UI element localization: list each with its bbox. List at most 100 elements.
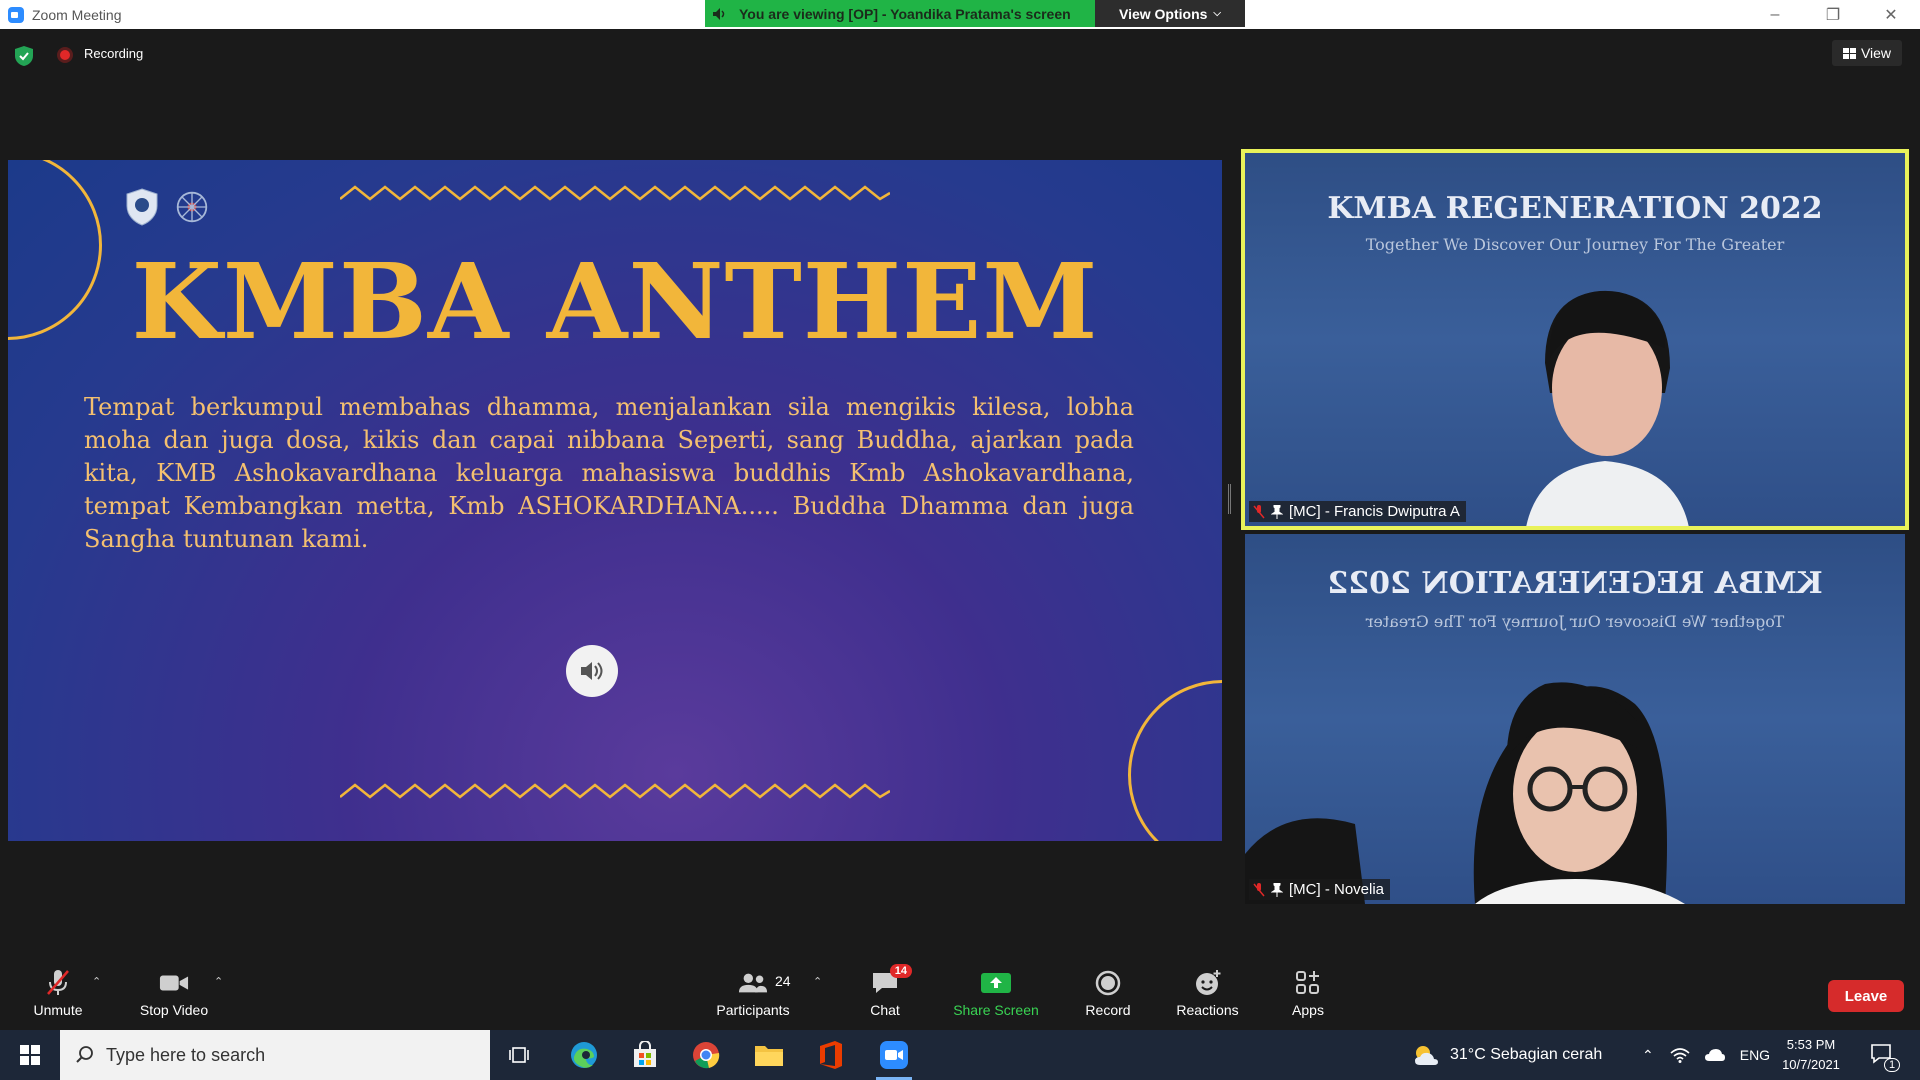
window-controls: – ❐ ✕: [1746, 0, 1920, 29]
speaker-icon: [713, 7, 725, 20]
wifi-icon[interactable]: [1670, 1047, 1690, 1063]
participant-name-tag: [MC] - Novelia: [1249, 879, 1391, 900]
audio-options-caret[interactable]: ⌃: [92, 975, 101, 988]
weather-text: 31°C Sebagian cerah: [1450, 1046, 1603, 1063]
participant-name: [MC] - Francis Dwiputra A: [1289, 503, 1460, 520]
chevron-up-icon[interactable]: ⌃: [1642, 1047, 1654, 1064]
clock-date: 10/7/2021: [1782, 1057, 1840, 1072]
folder-icon: [755, 1046, 783, 1066]
notification-center-button[interactable]: 1: [1870, 1030, 1901, 1080]
tile-heading: KMBA REGENERATION 2022: [1327, 566, 1823, 601]
grid-icon: [1842, 47, 1856, 59]
chat-label: Chat: [870, 1002, 900, 1018]
viewing-text: You are viewing [OP] - Yoandika Pratama'…: [739, 5, 1071, 22]
stop-video-button[interactable]: Stop Video: [133, 960, 215, 1018]
participants-count: 24: [775, 973, 791, 989]
office-icon: [820, 1041, 842, 1069]
taskbar-office[interactable]: [803, 1030, 859, 1080]
taskbar-chrome[interactable]: [678, 1030, 734, 1080]
minimize-button[interactable]: –: [1746, 0, 1804, 29]
shared-screen[interactable]: KMBA ANTHEM Tempat berkumpul membahas dh…: [8, 160, 1222, 841]
audio-play-button[interactable]: [566, 645, 618, 697]
chat-button[interactable]: 14 Chat: [860, 960, 912, 1018]
participant-name: [MC] - Novelia: [1289, 881, 1385, 898]
start-button[interactable]: [0, 1030, 60, 1080]
chrome-browser-icon: [693, 1042, 720, 1069]
participants-icon: [738, 973, 768, 993]
participants-options-caret[interactable]: ⌃: [813, 975, 822, 988]
muted-mic-icon: [47, 970, 69, 995]
leave-button[interactable]: Leave: [1828, 980, 1904, 1012]
apps-button[interactable]: Apps: [1288, 960, 1328, 1018]
view-options-button[interactable]: View Options ⌵: [1095, 0, 1245, 27]
muted-mic-icon: [1253, 504, 1265, 518]
tile-heading: KMBA REGENERATION 2022: [1327, 191, 1823, 226]
unmute-label: Unmute: [33, 1002, 83, 1018]
share-screen-icon: [981, 973, 1011, 993]
taskbar-clock[interactable]: 5:53 PM 10/7/2021: [1770, 1035, 1852, 1075]
reactions-button[interactable]: Reactions: [1170, 960, 1245, 1018]
window-titlebar: Zoom Meeting You are viewing [OP] - Yoan…: [0, 0, 1920, 29]
tile-subheading: Together We Discover Our Journey For The…: [1365, 612, 1785, 631]
system-tray-icons: ⌃ ENG: [1642, 1030, 1770, 1080]
store-bag-icon: [634, 1041, 656, 1067]
zigzag-bottom-decoration: [340, 783, 890, 799]
taskbar-search-box[interactable]: Type here to search: [60, 1030, 490, 1080]
taskbar-store[interactable]: [617, 1030, 673, 1080]
taskbar-edge[interactable]: [556, 1030, 612, 1080]
view-label: View: [1860, 45, 1892, 61]
panel-splitter-handle[interactable]: [1228, 484, 1231, 514]
slide-lyrics: Tempat berkumpul membahas dhamma, menjal…: [84, 393, 1134, 553]
video-tile-novelia[interactable]: KMBA REGENERATION 2022 Together We Disco…: [1245, 534, 1905, 904]
participant-name-tag: [MC] - Francis Dwiputra A: [1249, 501, 1466, 522]
muted-mic-icon: [1253, 882, 1265, 896]
chevron-down-icon: ⌵: [1213, 8, 1222, 19]
video-camera-icon: [159, 975, 189, 991]
windows-logo-icon: [20, 1045, 40, 1065]
search-placeholder: Type here to search: [106, 1044, 266, 1065]
record-button[interactable]: Record: [1078, 960, 1138, 1018]
taskbar-file-explorer[interactable]: [741, 1030, 797, 1080]
view-button[interactable]: View: [1832, 40, 1902, 66]
onedrive-cloud-icon[interactable]: [1704, 1048, 1726, 1062]
viewing-banner: You are viewing [OP] - Yoandika Pratama'…: [705, 0, 1245, 27]
video-tile-francis[interactable]: KMBA REGENERATION 2022 Together We Disco…: [1241, 149, 1909, 530]
pin-icon: [1271, 882, 1283, 897]
edge-browser-icon: [571, 1042, 597, 1068]
tile-subheading: Together We Discover Our Journey For The…: [1365, 235, 1785, 254]
dharma-wheel-logo-icon: [176, 191, 208, 223]
slide-logos: [125, 188, 209, 226]
video-options-caret[interactable]: ⌃: [214, 975, 223, 988]
share-screen-label: Share Screen: [953, 1002, 1039, 1018]
kmba-shield-logo-icon: [126, 188, 158, 226]
shield-icon[interactable]: [15, 46, 33, 66]
notification-count: 1: [1884, 1058, 1901, 1072]
task-view-icon: [509, 1047, 529, 1063]
viewing-status: You are viewing [OP] - Yoandika Pratama'…: [705, 0, 1095, 27]
participant-video: [1526, 290, 1689, 526]
partly-sunny-icon: [1415, 1046, 1438, 1065]
record-icon: [1095, 970, 1121, 996]
meeting-toolbar: Unmute ⌃ Stop Video ⌃ Participants 24 ⌃ …: [0, 960, 1920, 1030]
close-button[interactable]: ✕: [1862, 0, 1920, 29]
participants-label: Participants: [716, 1002, 790, 1018]
task-view-button[interactable]: [492, 1030, 548, 1080]
participants-button[interactable]: Participants: [709, 960, 797, 1018]
apps-icon: [1296, 971, 1319, 994]
slide-title: KMBA ANTHEM: [131, 240, 1099, 363]
smiley-plus-icon: [1195, 970, 1220, 995]
participant-video: [1245, 682, 1685, 904]
search-icon: [76, 1046, 93, 1063]
share-screen-button[interactable]: Share Screen: [946, 960, 1046, 1018]
weather-widget[interactable]: 31°C Sebagian cerah: [1412, 1030, 1602, 1080]
taskbar-zoom[interactable]: [866, 1030, 922, 1080]
recording-label: Recording: [84, 46, 144, 61]
zoom-app-icon: [8, 6, 24, 23]
clock-time: 5:53 PM: [1786, 1037, 1836, 1052]
zoom-app-icon: [880, 1041, 908, 1069]
unmute-button[interactable]: Unmute: [25, 960, 91, 1018]
record-label: Record: [1085, 1002, 1131, 1018]
restore-button[interactable]: ❐: [1804, 0, 1862, 29]
view-options-label: View Options: [1118, 5, 1208, 22]
language-indicator[interactable]: ENG: [1740, 1047, 1770, 1063]
